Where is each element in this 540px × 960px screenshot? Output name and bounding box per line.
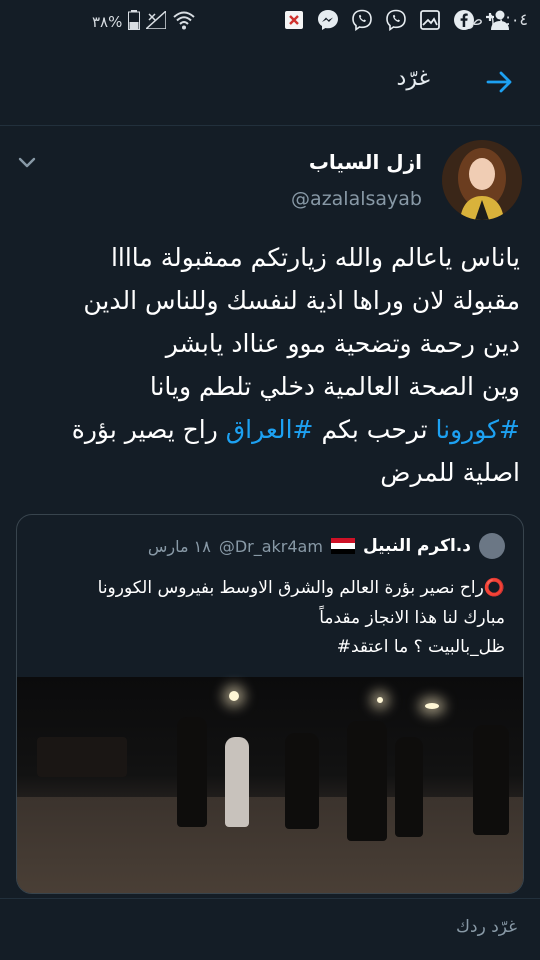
status-bar: ١٠:٠٤ ص ٣٨%: [0, 0, 540, 42]
wifi-icon: [172, 10, 196, 34]
status-left: ٣٨%: [92, 9, 196, 34]
viber-icon: [384, 8, 408, 32]
video-figure: [473, 725, 509, 835]
avatar[interactable]: [442, 140, 522, 220]
reply-input[interactable]: غرّد ردك: [456, 917, 517, 937]
hashtag-link[interactable]: #كورونا: [436, 415, 521, 444]
tweet-text-span: راح يصير بؤرة: [71, 415, 226, 444]
quoted-avatar: [479, 533, 505, 559]
video-light: [229, 691, 239, 701]
video-figure: [177, 717, 207, 827]
reply-bar: غرّد ردك: [0, 898, 540, 960]
tweet-author-handle[interactable]: @azalalsayab: [291, 188, 422, 210]
quoted-tweet[interactable]: د.اكرم النبيل @Dr_akr4am ١٨ مارس ⭕راح نص…: [16, 514, 524, 894]
video-light: [425, 703, 439, 709]
quoted-text: ⭕راح نصير بؤرة العالم والشرق الاوسط بفير…: [33, 573, 505, 633]
video-figure: [395, 737, 423, 837]
quoted-author-name: د.اكرم النبيل: [362, 536, 471, 556]
viber-icon: [350, 8, 374, 32]
quoted-tweet-header: د.اكرم النبيل @Dr_akr4am ١٨ مارس: [148, 533, 505, 559]
arrow-right-icon[interactable]: [486, 70, 514, 94]
tweet-line: دين رحمة وتضحية موو عنااد يابشر: [165, 329, 520, 358]
chevron-down-icon[interactable]: [18, 154, 36, 168]
tweet-line: وين الصحة العالمية دخلي تلطم ويانا: [149, 372, 520, 401]
hashtag-link[interactable]: #العراق: [226, 415, 314, 444]
battery-percent: ٣٨%: [92, 13, 123, 31]
quoted-tags: ظل_بالبيت ؟ ما اعتقد#: [336, 637, 505, 657]
video-figure: [225, 737, 249, 827]
quoted-line: ⭕راح نصير بؤرة العالم والشرق الاوسط بفير…: [97, 578, 505, 598]
quoted-author-handle: @Dr_akr4am: [218, 536, 323, 556]
tweet-header: ازل السياب @azalalsayab: [0, 138, 540, 228]
tweet-line: اصلية للمرض: [380, 458, 520, 487]
notification-icons: [282, 8, 510, 32]
battery-icon: [128, 10, 141, 34]
facebook-icon: [452, 8, 476, 32]
quoted-date: ١٨ مارس: [147, 536, 211, 556]
video-street: [17, 797, 523, 893]
compose-header: غرّد: [0, 42, 540, 126]
signal-icon: [144, 9, 168, 33]
quoted-video-thumbnail[interactable]: [17, 677, 523, 893]
tweet-text-span: ترحب بكم: [313, 415, 436, 444]
tweet-text: ياناس ياعالم والله زيارتكم ممقبولة ماااا…: [10, 236, 520, 494]
iraq-flag-icon: [330, 538, 355, 554]
messenger-icon: [316, 8, 340, 32]
gallery-icon: [418, 8, 442, 32]
tweet-line: ياناس ياعالم والله زيارتكم ممقبولة ماااا: [110, 243, 520, 272]
tweet-author-name[interactable]: ازل السياب: [309, 150, 422, 174]
video-light: [377, 697, 383, 703]
add-user-icon: [486, 8, 510, 32]
video-figure: [347, 721, 387, 841]
quoted-line: مبارك لنا هذا الانجاز مقدماً: [319, 608, 505, 628]
header-title: غرّد: [396, 66, 430, 91]
tweet-line: مقبولة لان وراها اذية لنفسك وللناس الدين: [83, 286, 520, 315]
video-figure: [285, 733, 319, 829]
close-box-icon: [282, 8, 306, 32]
video-car: [37, 737, 127, 777]
tweet-line: #كورونا ترحب بكم #العراق راح يصير بؤرة: [10, 408, 520, 451]
